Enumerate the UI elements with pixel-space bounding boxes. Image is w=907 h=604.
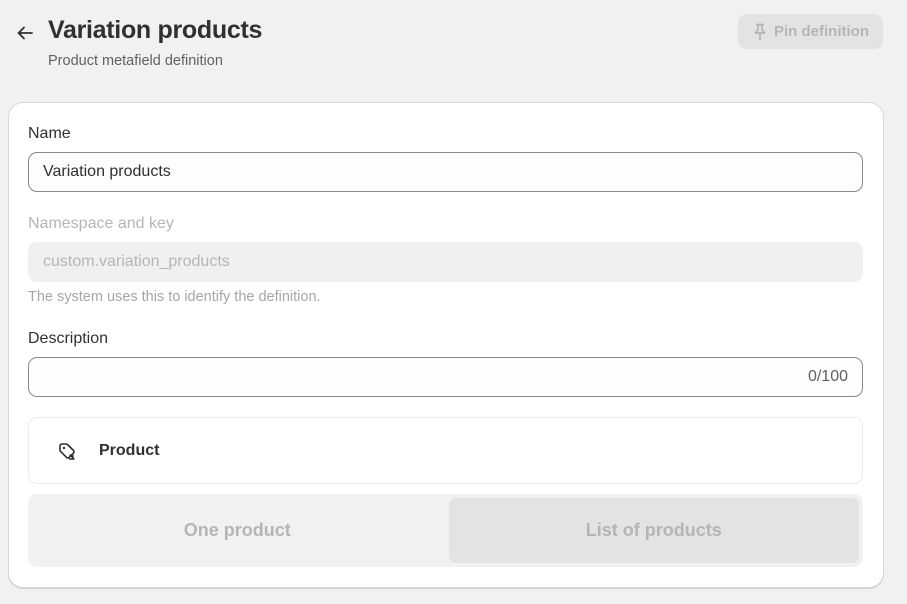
definition-card: Name Variation products Namespace and ke… — [9, 103, 883, 587]
arrow-left-icon — [17, 26, 33, 40]
pin-icon — [754, 23, 766, 40]
description-label: Description — [28, 330, 109, 347]
metafield-definition-page: Variation products Product metafield def… — [0, 0, 907, 604]
description-input[interactable]: 0/100 — [28, 357, 863, 397]
back-button[interactable] — [10, 18, 40, 48]
name-input-value: Variation products — [43, 163, 171, 180]
description-char-counter: 0/100 — [807, 368, 848, 385]
cardinality-toggle: One product List of products — [28, 494, 863, 567]
namespace-label: Namespace and key — [28, 215, 174, 232]
name-label: Name — [28, 125, 71, 142]
pin-definition-button[interactable]: Pin definition — [738, 14, 883, 49]
type-selector[interactable]: Product — [28, 417, 863, 484]
one-product-option[interactable]: One product — [32, 498, 443, 563]
product-tag-icon — [59, 442, 75, 460]
namespace-help-text: The system uses this to identify the def… — [28, 289, 321, 305]
namespace-key-input: custom.variation_products — [28, 242, 863, 282]
page-subtitle: Product metafield definition — [48, 53, 223, 69]
pin-definition-label: Pin definition — [774, 23, 869, 40]
page-title: Variation products — [48, 16, 263, 44]
name-input[interactable]: Variation products — [28, 152, 863, 192]
type-label: Product — [99, 441, 160, 459]
list-of-products-option[interactable]: List of products — [448, 498, 859, 563]
namespace-key-value: custom.variation_products — [43, 253, 230, 270]
